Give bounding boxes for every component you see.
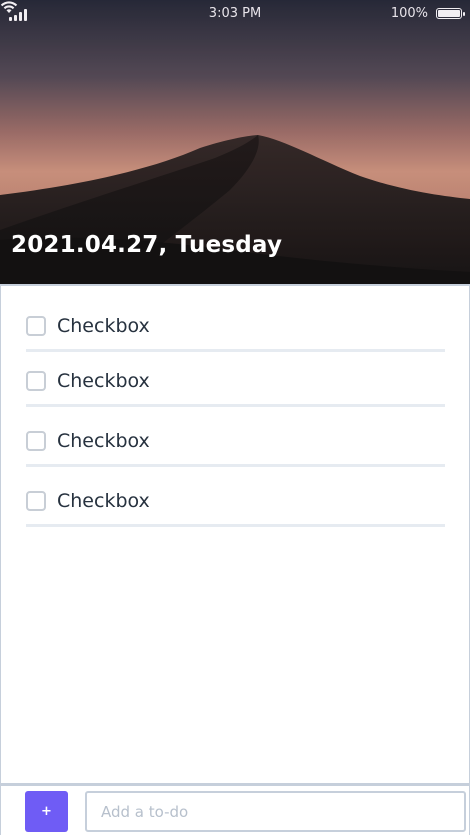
checkbox[interactable] [26, 371, 46, 391]
battery-icon [436, 8, 465, 19]
todo-label: Checkbox [57, 370, 150, 392]
checkbox[interactable] [26, 431, 46, 451]
todo-item[interactable]: Checkbox [26, 430, 445, 467]
todo-item[interactable]: Checkbox [26, 315, 445, 352]
header-image: 3:03 PM 100% 2021.04.27, Tuesday [0, 0, 470, 284]
add-todo-input[interactable] [85, 791, 466, 832]
todo-item[interactable]: Checkbox [26, 490, 445, 527]
add-todo-button[interactable]: + [25, 791, 68, 832]
todo-list: Checkbox Checkbox Checkbox Checkbox [0, 284, 470, 784]
todo-label: Checkbox [57, 430, 150, 452]
todo-item[interactable]: Checkbox [26, 370, 445, 407]
checkbox[interactable] [26, 316, 46, 336]
page-title-date: 2021.04.27, Tuesday [11, 232, 283, 258]
checkbox[interactable] [26, 491, 46, 511]
todo-label: Checkbox [57, 490, 150, 512]
add-todo-bar: + [0, 784, 470, 835]
battery-percentage: 100% [390, 6, 428, 21]
todo-label: Checkbox [57, 315, 150, 337]
status-bar: 3:03 PM 100% [0, 0, 470, 28]
